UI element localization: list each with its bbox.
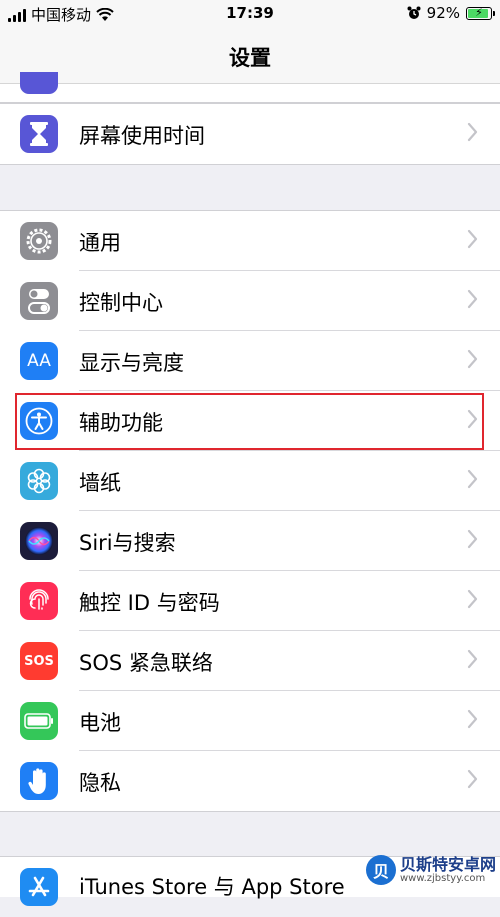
page-title: 设置 (229, 46, 271, 70)
chevron-right-icon (467, 122, 478, 142)
settings-row-label: 通用 (79, 231, 121, 255)
settings-row-control-center[interactable]: 控制中心 (0, 271, 500, 331)
gear-icon (20, 222, 58, 260)
settings-row-label: 控制中心 (79, 291, 163, 315)
chevron-right-icon (467, 589, 478, 609)
chevron-right-icon (467, 349, 478, 369)
chevron-right-icon (467, 649, 478, 669)
battery-icon (20, 702, 58, 740)
settings-group-screen-time: 屏幕使用时间 (0, 103, 500, 165)
hourglass-icon (20, 115, 58, 153)
flower-icon (20, 462, 58, 500)
hand-icon (20, 762, 58, 800)
settings-row-privacy[interactable]: 隐私 (0, 751, 500, 811)
partial-row-icon (20, 72, 58, 94)
settings-row-screen-time[interactable]: 屏幕使用时间 (0, 104, 500, 164)
settings-row-label: SOS 紧急联络 (79, 651, 213, 675)
settings-row-display[interactable]: AA 显示与亮度 (0, 331, 500, 391)
chevron-right-icon (467, 469, 478, 489)
nav-bar: 设置 (0, 28, 500, 84)
settings-row-label: 触控 ID 与密码 (79, 591, 220, 615)
settings-row-touch-id[interactable]: 触控 ID 与密码 (0, 571, 500, 631)
alarm-clock-icon (407, 6, 421, 19)
app-store-icon (20, 868, 58, 906)
settings-row-label: 辅助功能 (79, 411, 163, 435)
settings-row-wallpaper[interactable]: 墙纸 (0, 451, 500, 511)
chevron-right-icon (467, 229, 478, 249)
siri-icon (20, 522, 58, 560)
settings-row-general[interactable]: 通用 (0, 211, 500, 271)
toggle-switch-icon (20, 282, 58, 320)
watermark: 贝 贝斯特安卓网 www.zjbstyy.com (365, 854, 496, 885)
settings-row-label: 显示与亮度 (79, 351, 184, 375)
settings-row-label: 墙纸 (79, 471, 121, 495)
settings-group-main: 通用 控制中心 AA 显示与亮度 辅助功能 墙纸 Siri与搜索 触控 ID 与… (0, 210, 500, 812)
settings-row-label: 屏幕使用时间 (79, 124, 205, 148)
settings-row-siri[interactable]: Siri与搜索 (0, 511, 500, 571)
settings-row-battery[interactable]: 电池 (0, 691, 500, 751)
chevron-right-icon (467, 709, 478, 729)
settings-row-accessibility[interactable]: 辅助功能 (0, 391, 500, 451)
settings-row-label: iTunes Store 与 App Store (79, 875, 345, 899)
fingerprint-icon (20, 582, 58, 620)
settings-row-label: 隐私 (79, 771, 121, 795)
settings-group-partial (0, 72, 500, 103)
chevron-right-icon (467, 409, 478, 429)
watermark-name: 贝斯特安卓网 (399, 854, 496, 874)
chevron-right-icon (467, 529, 478, 549)
text-size-icon: AA (20, 342, 58, 380)
status-bar: 中国移动 17:39 92% ⚡ (0, 0, 500, 28)
settings-row-label: 电池 (79, 711, 121, 735)
sos-icon: SOS (20, 642, 58, 680)
chevron-right-icon (467, 289, 478, 309)
battery-status-icon: ⚡ (466, 6, 495, 20)
battery-percent: 92% (426, 4, 460, 22)
chevron-right-icon (467, 769, 478, 789)
settings-row-emergency-sos[interactable]: SOS SOS 紧急联络 (0, 631, 500, 691)
watermark-url: www.zjbstyy.com (399, 873, 486, 885)
accessibility-icon (20, 402, 58, 440)
settings-row-label: Siri与搜索 (79, 531, 176, 555)
watermark-logo-icon: 贝 (365, 855, 396, 885)
